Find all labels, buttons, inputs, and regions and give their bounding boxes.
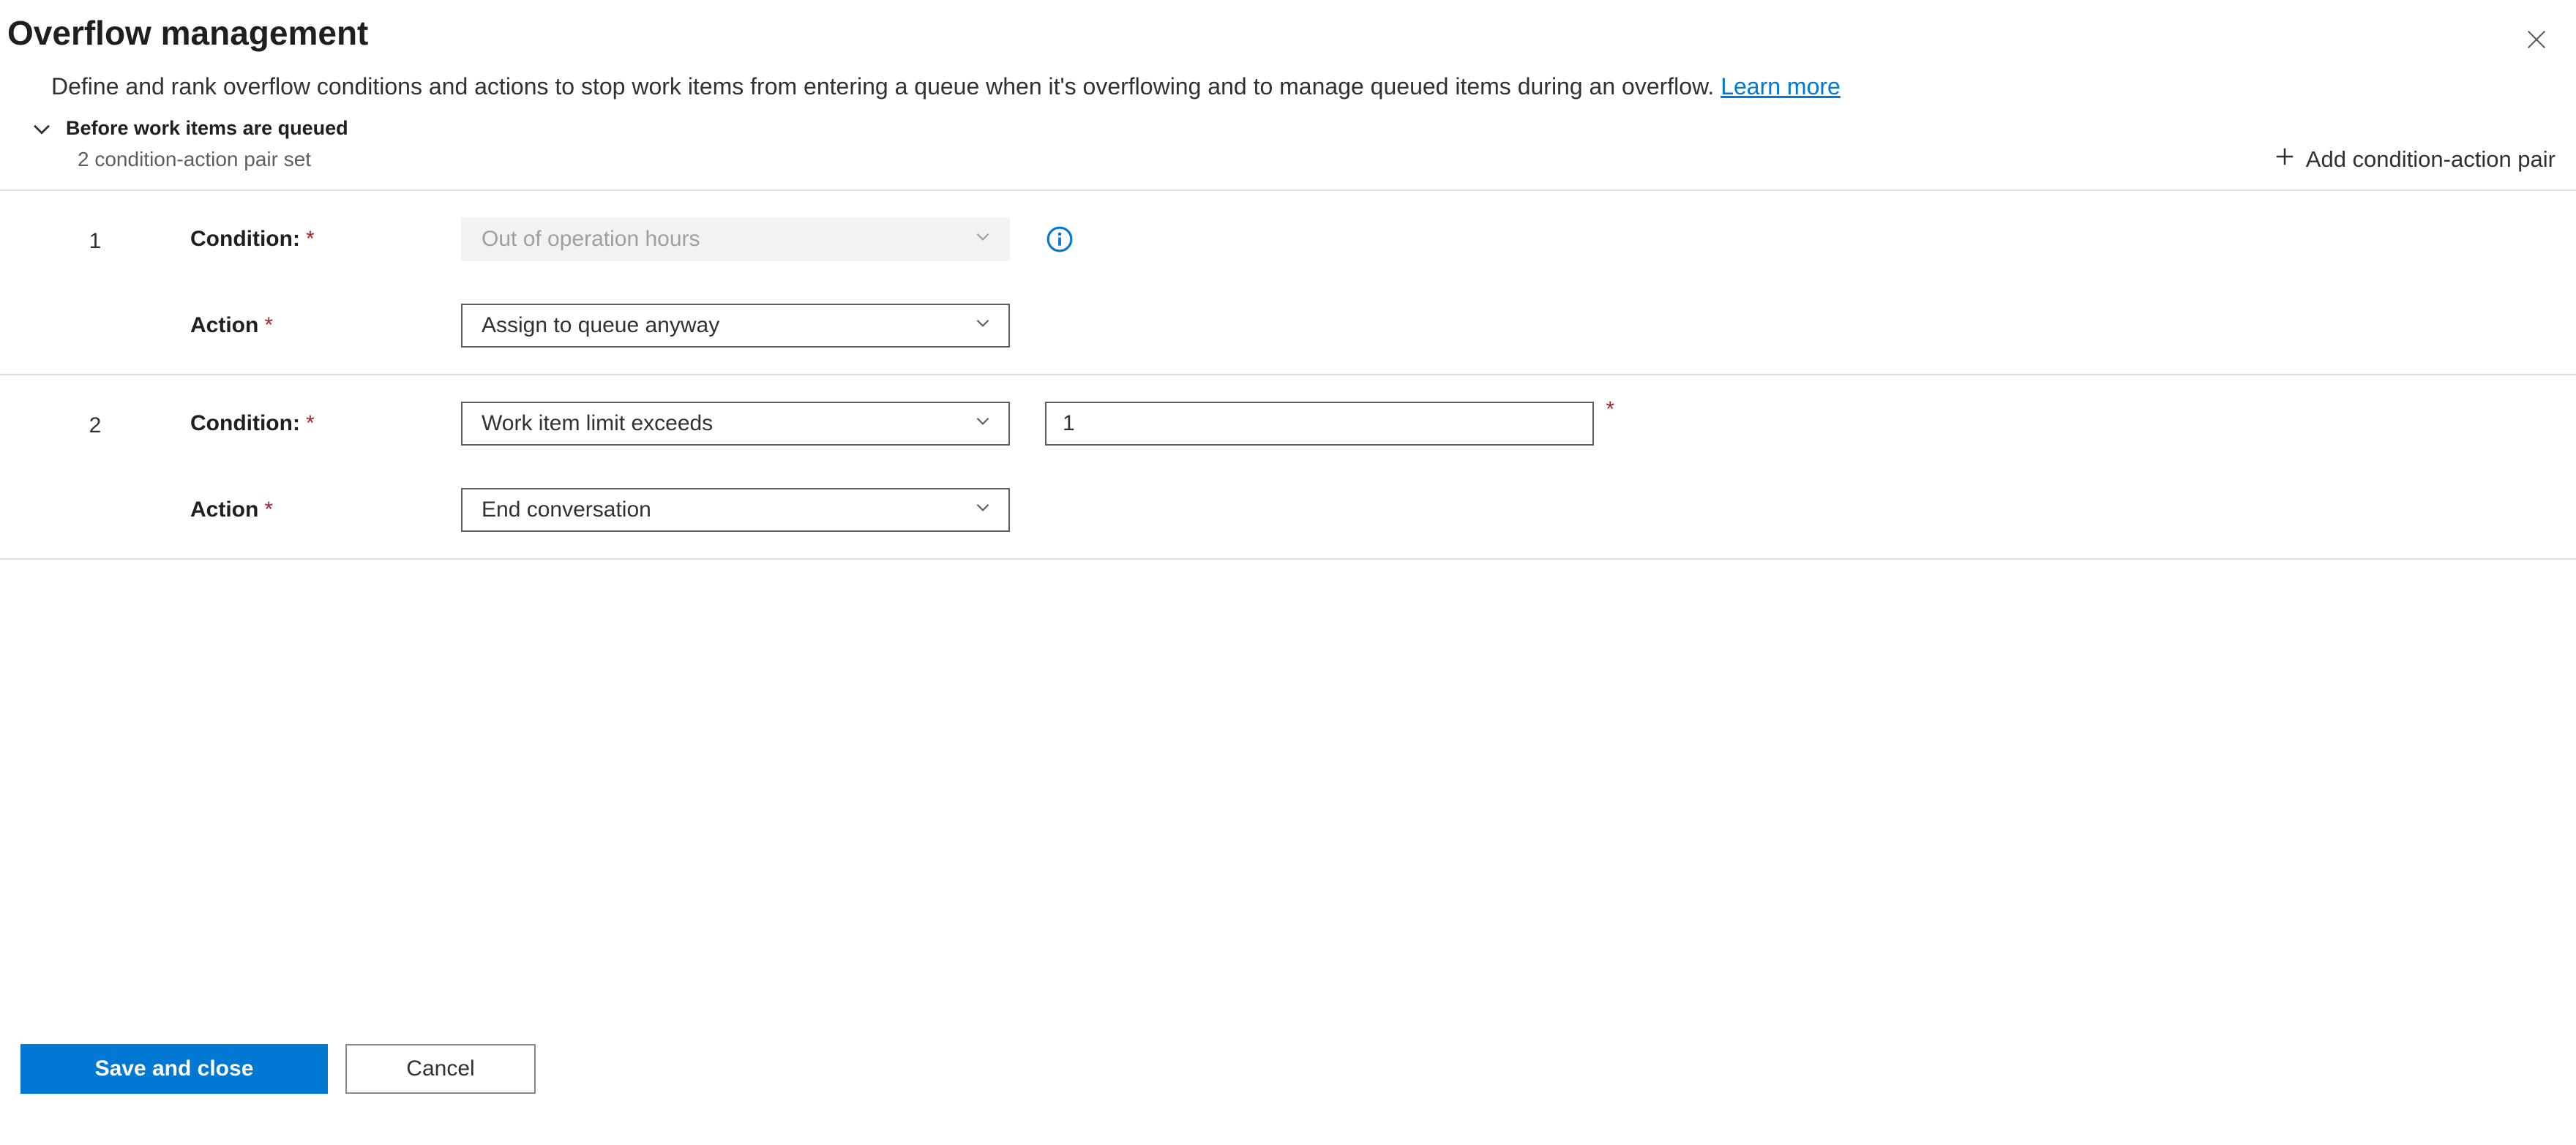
add-condition-action-pair-button[interactable]: Add condition-action pair xyxy=(2274,146,2561,173)
condition-action-pair: 1 Condition:* Out of operation hours xyxy=(0,191,2576,375)
action-dropdown[interactable]: End conversation xyxy=(461,488,1010,532)
chevron-down-icon xyxy=(973,313,992,338)
limit-input-wrap: * xyxy=(1045,402,1594,446)
section-sub-row: 2 condition-action pair set Add conditio… xyxy=(0,141,2576,189)
required-asterisk: * xyxy=(306,227,315,251)
work-item-limit-input[interactable] xyxy=(1045,402,1594,446)
condition-info-button[interactable] xyxy=(1045,225,1074,254)
required-asterisk: * xyxy=(1606,397,1614,422)
save-and-close-button[interactable]: Save and close xyxy=(20,1044,328,1094)
section-toggle[interactable] xyxy=(29,116,54,141)
section-subtitle: 2 condition-action pair set xyxy=(78,148,311,171)
required-asterisk: * xyxy=(264,313,273,337)
close-icon xyxy=(2524,27,2549,52)
action-label: Action* xyxy=(190,498,461,522)
close-button[interactable] xyxy=(2519,22,2554,57)
chevron-down-icon xyxy=(29,116,54,141)
chevron-down-icon xyxy=(973,411,992,436)
section-title: Before work items are queued xyxy=(66,117,348,140)
condition-field-row: Condition:* Out of operation hours xyxy=(190,217,1074,261)
condition-label: Condition:* xyxy=(190,411,461,436)
action-field-row: Action* End conversation xyxy=(190,488,1594,532)
action-field-row: Action* Assign to queue anyway xyxy=(190,304,1074,348)
learn-more-link[interactable]: Learn more xyxy=(1721,73,1841,100)
panel-footer: Save and close Cancel xyxy=(20,1044,536,1094)
pair-index: 1 xyxy=(0,217,190,254)
condition-value: Work item limit exceeds xyxy=(482,411,713,436)
condition-field-row: Condition:* Work item limit exceeds * xyxy=(190,402,1594,446)
action-dropdown[interactable]: Assign to queue anyway xyxy=(461,304,1010,348)
condition-value: Out of operation hours xyxy=(482,227,700,252)
condition-label-text: Condition: xyxy=(190,227,300,251)
chevron-down-icon xyxy=(973,227,992,252)
panel-header: Overflow management xyxy=(0,0,2576,57)
description-text: Define and rank overflow conditions and … xyxy=(51,73,1721,100)
required-asterisk: * xyxy=(264,498,273,522)
condition-dropdown: Out of operation hours xyxy=(461,217,1010,261)
action-value: End conversation xyxy=(482,498,651,522)
action-label: Action* xyxy=(190,313,461,338)
cancel-button[interactable]: Cancel xyxy=(345,1044,536,1094)
plus-icon xyxy=(2274,146,2296,173)
overflow-management-panel: Overflow management Define and rank over… xyxy=(0,0,2576,1145)
add-pair-label: Add condition-action pair xyxy=(2306,146,2556,173)
required-asterisk: * xyxy=(306,411,315,435)
section-header: Before work items are queued xyxy=(0,112,2576,141)
condition-label: Condition:* xyxy=(190,227,461,252)
condition-dropdown[interactable]: Work item limit exceeds xyxy=(461,402,1010,446)
action-value: Assign to queue anyway xyxy=(482,313,719,338)
pair-fields: Condition:* Work item limit exceeds * Ac… xyxy=(190,402,1594,532)
pair-index: 2 xyxy=(0,402,190,438)
action-label-text: Action xyxy=(190,313,258,337)
panel-description: Define and rank overflow conditions and … xyxy=(0,57,2195,112)
chevron-down-icon xyxy=(973,498,992,522)
pair-fields: Condition:* Out of operation hours xyxy=(190,217,1074,348)
action-label-text: Action xyxy=(190,498,258,522)
condition-label-text: Condition: xyxy=(190,411,300,435)
page-title: Overflow management xyxy=(7,13,368,53)
info-icon xyxy=(1046,225,1074,253)
condition-action-pair: 2 Condition:* Work item limit exceeds * xyxy=(0,375,2576,560)
